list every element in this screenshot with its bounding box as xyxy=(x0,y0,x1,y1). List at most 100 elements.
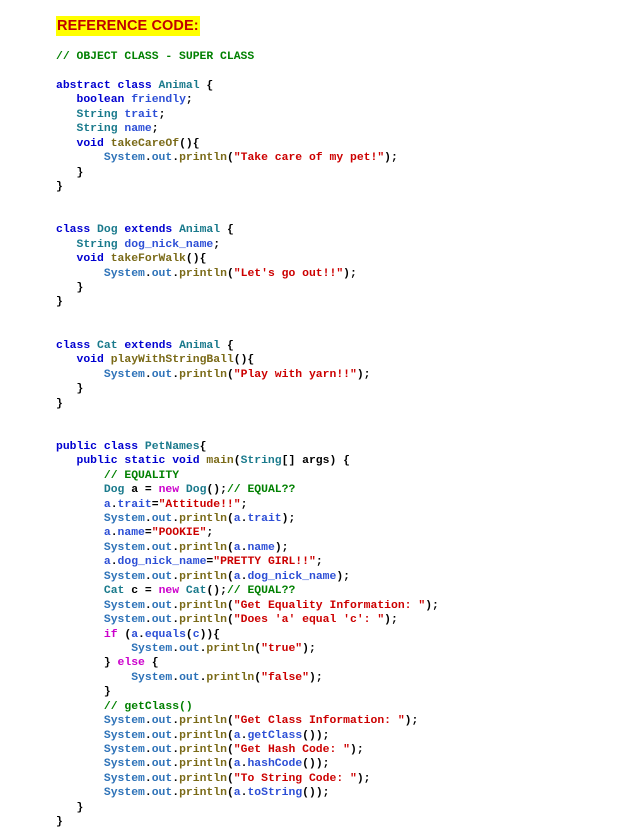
code-token: println xyxy=(179,599,227,612)
code-line: public class PetNames{ xyxy=(56,440,636,454)
code-line: System.out.println(a.toString()); xyxy=(56,786,636,800)
code-line: void playWithStringBall(){ xyxy=(56,353,636,367)
code-token: ( xyxy=(233,455,241,468)
code-token: println xyxy=(179,267,227,280)
code-token: hashCode xyxy=(247,758,303,771)
code-token: trait xyxy=(117,498,152,511)
code-token: ()); xyxy=(302,729,330,742)
code-token: ; xyxy=(185,94,193,107)
code-token: a xyxy=(233,758,241,771)
code-line: String dog_nick_name; xyxy=(56,238,636,252)
code-token: out xyxy=(151,368,173,381)
code-token: Animal xyxy=(179,224,221,237)
code-token: else xyxy=(117,657,145,670)
code-token: ( xyxy=(226,570,234,583)
code-token: { xyxy=(220,224,234,237)
code-token: . xyxy=(144,715,152,728)
code-token: args xyxy=(302,455,330,468)
code-token: String xyxy=(240,455,282,468)
code-token: name xyxy=(117,527,145,540)
code-token: . xyxy=(144,744,152,756)
code-token: { xyxy=(199,440,207,453)
code-token: . xyxy=(110,498,118,511)
code-token: System xyxy=(103,614,145,627)
code-line: System.out.println(a.getClass()); xyxy=(56,729,636,743)
code-token: System xyxy=(103,772,145,785)
code-line: System.out.println("Get Equality Informa… xyxy=(56,599,636,613)
code-token: ( xyxy=(226,729,234,742)
code-token: println xyxy=(179,758,227,771)
code-token: ; xyxy=(158,108,166,121)
code-token: // EQUAL?? xyxy=(226,585,296,598)
code-line: String trait; xyxy=(56,108,636,122)
code-token: ) { xyxy=(329,455,350,468)
code-token: { xyxy=(220,339,234,352)
code-token: name xyxy=(247,541,275,554)
code-token: println xyxy=(179,152,227,165)
code-token: . xyxy=(144,787,152,800)
code-token: void xyxy=(76,253,104,266)
code-token: out xyxy=(151,729,173,742)
code-token: a xyxy=(103,498,111,511)
code-token: "Get Equality Information: " xyxy=(233,599,426,612)
code-token: // OBJECT CLASS - SUPER CLASS xyxy=(56,51,255,63)
code-token: ; xyxy=(240,498,248,511)
code-token: String xyxy=(76,123,118,136)
code-token: Cat xyxy=(97,339,118,352)
code-token: )){ xyxy=(199,628,221,641)
code-token: . xyxy=(144,758,152,771)
code-token: println xyxy=(179,729,227,742)
code-token: ( xyxy=(226,368,234,381)
code-token: void xyxy=(76,354,104,367)
code-token: a = xyxy=(124,484,159,497)
code-token: ()); xyxy=(302,787,330,800)
code-line: System.out.println("Play with yarn!!"); xyxy=(56,368,636,382)
code-token: ( xyxy=(117,628,132,641)
code-line: } xyxy=(56,180,636,194)
code-token: ()); xyxy=(302,758,330,771)
page-title: REFERENCE CODE: xyxy=(56,16,200,36)
code-token: dog_nick_name xyxy=(124,238,214,251)
code-token: ( xyxy=(185,628,193,641)
code-token: Dog xyxy=(97,224,118,237)
code-token: ( xyxy=(226,744,234,756)
code-token: out xyxy=(151,267,173,280)
code-line: System.out.println("Take care of my pet!… xyxy=(56,151,636,165)
code-token: trait xyxy=(124,108,159,121)
code-token: takeCareOf xyxy=(110,137,180,150)
code-token: String xyxy=(76,108,118,121)
code-token: . xyxy=(110,556,118,569)
code-token: out xyxy=(151,744,173,756)
code-token: System xyxy=(103,758,145,771)
code-token: } xyxy=(56,296,63,309)
code-token: a xyxy=(103,556,111,569)
code-token: public class xyxy=(56,440,139,453)
code-token: ); xyxy=(384,614,398,627)
code-line: } xyxy=(56,801,636,815)
code-token: main xyxy=(206,455,234,468)
code-token: // EQUALITY xyxy=(103,469,180,482)
code-token: ( xyxy=(226,787,234,800)
code-token: println xyxy=(179,787,227,800)
code-token: ; xyxy=(206,527,214,540)
code-token: System xyxy=(103,513,145,525)
